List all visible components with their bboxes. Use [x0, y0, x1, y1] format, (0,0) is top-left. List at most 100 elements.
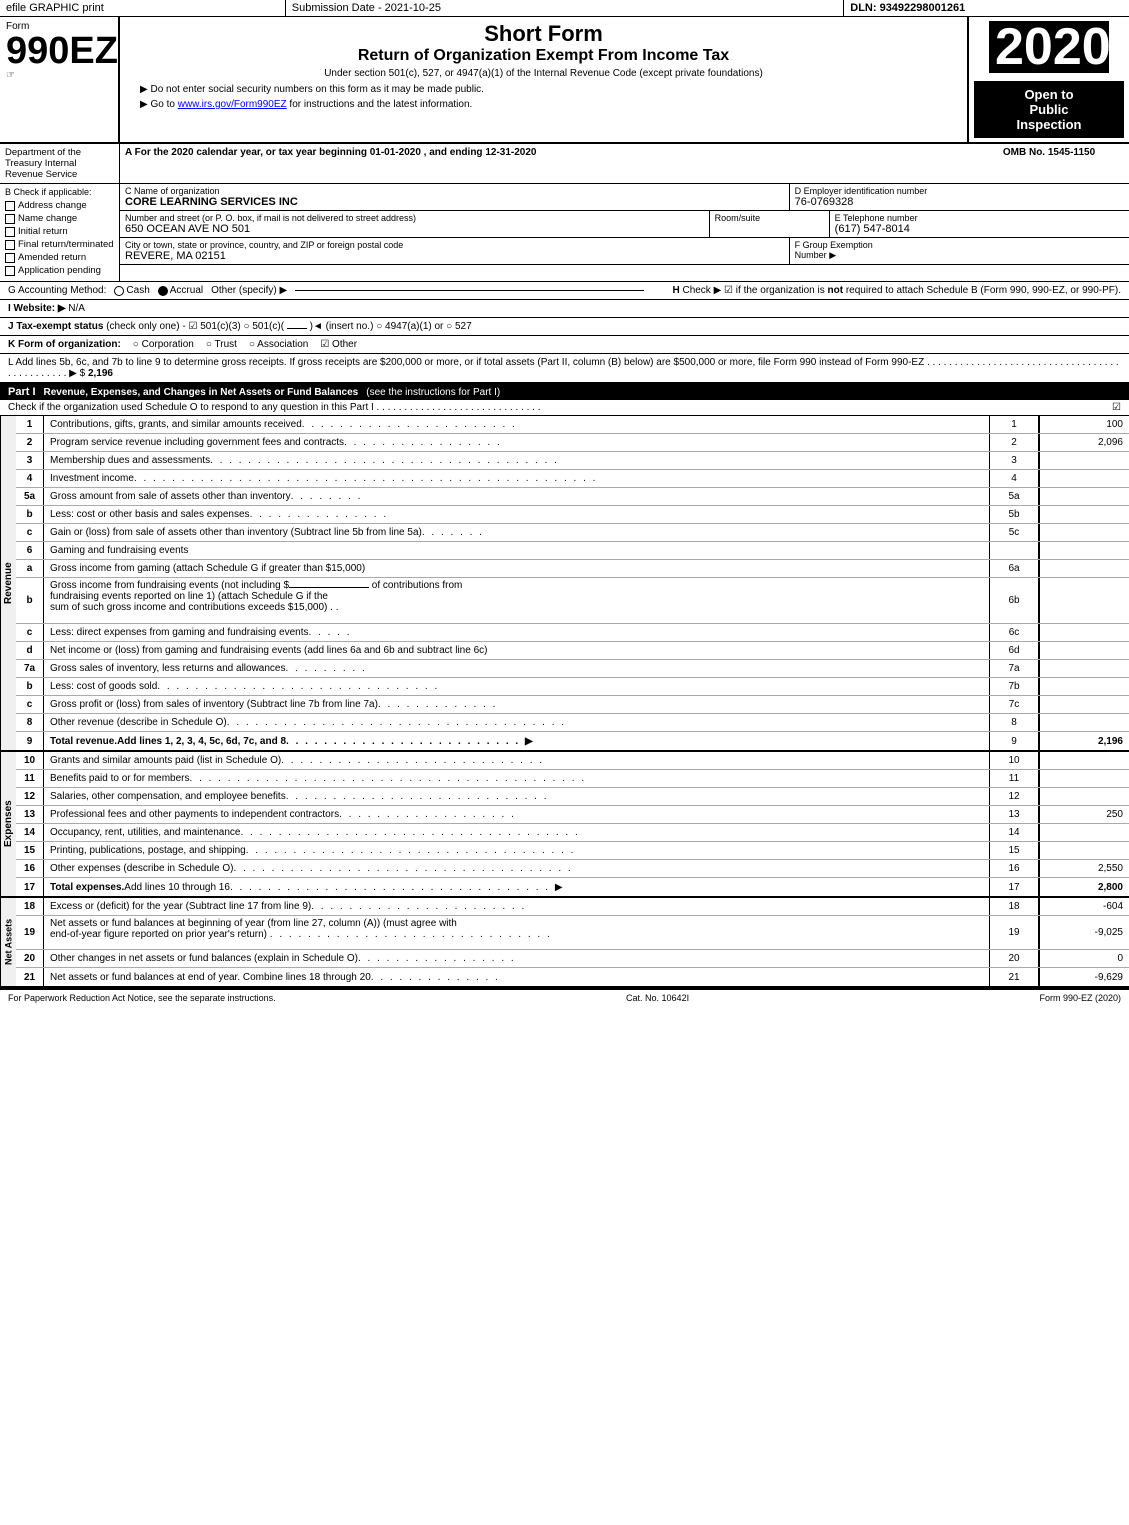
j-label: J Tax-exempt status — [8, 321, 103, 332]
line-19-desc: Net assets or fund balances at beginning… — [44, 916, 989, 949]
line-7a-value — [1039, 660, 1129, 677]
association-option[interactable]: ○ Association — [249, 339, 308, 350]
line-7c-ref: 7c — [989, 696, 1039, 713]
c527-check[interactable]: ○ 527 — [446, 321, 472, 332]
check-amended[interactable]: Amended return — [5, 252, 114, 263]
org-name-field: C Name of organization CORE LEARNING SER… — [120, 184, 790, 210]
expenses-content: 10 Grants and similar amounts paid (list… — [16, 752, 1129, 896]
trust-option[interactable]: ○ Trust — [206, 339, 237, 350]
check-initial-return[interactable]: Initial return — [5, 226, 114, 237]
other-specify-field[interactable] — [295, 290, 644, 291]
insert-suffix: )◄ (insert no.) — [310, 321, 374, 332]
checkbox-application[interactable] — [5, 266, 15, 276]
city-field: City or town, state or province, country… — [120, 238, 790, 264]
check-schedule-value[interactable]: ☑ — [1112, 402, 1121, 413]
checkbox-name-change[interactable] — [5, 214, 15, 224]
part1-see-instructions: (see the instructions for Part I) — [366, 387, 500, 398]
cash-option[interactable]: Cash — [114, 285, 149, 296]
line-9-ref: 9 — [989, 732, 1039, 750]
checkbox-amended[interactable] — [5, 253, 15, 263]
footer-right: Form 990-EZ (2020) — [1039, 993, 1121, 1003]
line-12-desc: Salaries, other compensation, and employ… — [44, 788, 989, 805]
line-4-value — [1039, 470, 1129, 487]
line-7a-desc: Gross sales of inventory, less returns a… — [44, 660, 989, 677]
ein-field: D Employer identification number 76-0769… — [790, 184, 1129, 210]
line-6d-value — [1039, 642, 1129, 659]
line-20-row: 20 Other changes in net assets or fund b… — [16, 950, 1129, 968]
checkbox-final-return[interactable] — [5, 240, 15, 250]
line-6a-ref: 6a — [989, 560, 1039, 577]
line-14-desc: Occupancy, rent, utilities, and maintena… — [44, 824, 989, 841]
under-section-text: Under section 501(c), 527, or 4947(a)(1)… — [130, 68, 957, 79]
revenue-content: 1 Contributions, gifts, grants, and simi… — [16, 416, 1129, 750]
org-name-row: C Name of organization CORE LEARNING SER… — [120, 184, 1129, 211]
line-13-desc: Professional fees and other payments to … — [44, 806, 989, 823]
checks-section: B Check if applicable: Address change Na… — [0, 184, 120, 281]
c4947-check[interactable]: ○ 4947(a)(1) or — [376, 321, 443, 332]
accrual-radio[interactable] — [158, 286, 168, 296]
open-line: Open to — [982, 87, 1116, 102]
check-application[interactable]: Application pending — [5, 265, 114, 276]
line-14-num: 14 — [16, 824, 44, 841]
check-address-change[interactable]: Address change — [5, 200, 114, 211]
go-to: ▶ Go to www.irs.gov/Form990EZ for instru… — [130, 99, 957, 110]
checkbox-initial-return[interactable] — [5, 227, 15, 237]
line-6c-num: c — [16, 624, 44, 641]
irs-link[interactable]: www.irs.gov/Form990EZ — [178, 99, 287, 110]
line-5b-row: b Less: cost or other basis and sales ex… — [16, 506, 1129, 524]
top-bar: efile GRAPHIC print Submission Date - 20… — [0, 0, 1129, 17]
h-check-label: H Check ▶ ☑ if the organization is not r… — [672, 285, 1121, 296]
check-name-change[interactable]: Name change — [5, 213, 114, 224]
form-number-section: Form 990EZ ☞ — [0, 17, 120, 142]
line-8-row: 8 Other revenue (describe in Schedule O)… — [16, 714, 1129, 732]
line-8-desc: Other revenue (describe in Schedule O) .… — [44, 714, 989, 731]
line-11-num: 11 — [16, 770, 44, 787]
footer-middle: Cat. No. 10642I — [626, 993, 689, 1003]
expenses-section: Expenses 10 Grants and similar amounts p… — [0, 752, 1129, 898]
line-5c-ref: 5c — [989, 524, 1039, 541]
accrual-option[interactable]: Accrual — [158, 285, 203, 296]
net-assets-section: Net Assets 18 Excess or (deficit) for th… — [0, 898, 1129, 988]
insert-no-field[interactable] — [287, 328, 307, 329]
line-10-ref: 10 — [989, 752, 1039, 769]
short-form-title: Short Form — [130, 21, 957, 47]
c501c3-check[interactable]: ☑ 501(c)(3) — [188, 321, 240, 332]
net-assets-content: 18 Excess or (deficit) for the year (Sub… — [16, 898, 1129, 986]
line-21-value: -9,629 — [1039, 968, 1129, 986]
do-not-enter: ▶ Do not enter social security numbers o… — [130, 84, 957, 95]
form-number: 990EZ — [6, 32, 112, 70]
top-bar-right: DLN: 93492298001261 — [844, 0, 1129, 16]
line-6-value — [1039, 542, 1129, 559]
line-17-value: 2,800 — [1039, 878, 1129, 896]
line-16-row: 16 Other expenses (describe in Schedule … — [16, 860, 1129, 878]
line-7a-num: 7a — [16, 660, 44, 677]
line-11-ref: 11 — [989, 770, 1039, 787]
line-16-value: 2,550 — [1039, 860, 1129, 877]
line-6a-num: a — [16, 560, 44, 577]
checkbox-address-change[interactable] — [5, 201, 15, 211]
l-value: 2,196 — [88, 368, 113, 379]
other-option[interactable]: ☑ Other — [320, 339, 357, 350]
line-12-row: 12 Salaries, other compensation, and emp… — [16, 788, 1129, 806]
group-exemption-field: F Group ExemptionNumber ▶ — [790, 238, 1129, 264]
line-17-num: 17 — [16, 878, 44, 896]
line-1-ref: 1 — [989, 416, 1039, 433]
line-21-num: 21 — [16, 968, 44, 986]
line-5a-desc: Gross amount from sale of assets other t… — [44, 488, 989, 505]
line-5a-row: 5a Gross amount from sale of assets othe… — [16, 488, 1129, 506]
room-label: Room/suite — [715, 213, 824, 223]
address-row: Number and street (or P. O. box, if mail… — [120, 211, 1129, 238]
title-section: Short Form Return of Organization Exempt… — [120, 17, 969, 142]
c501c-check[interactable]: ○ 501(c)( — [244, 321, 285, 332]
page: efile GRAPHIC print Submission Date - 20… — [0, 0, 1129, 1006]
line-7a-ref: 7a — [989, 660, 1039, 677]
d-ein-label: D Employer identification number — [795, 186, 1124, 196]
check-final-return[interactable]: Final return/terminated — [5, 239, 114, 250]
k-form-row: K Form of organization: ○ Corporation ○ … — [0, 336, 1129, 354]
line-6c-ref: 6c — [989, 624, 1039, 641]
cash-label: Cash — [126, 285, 149, 296]
corporation-option[interactable]: ○ Corporation — [133, 339, 194, 350]
line-21-desc: Net assets or fund balances at end of ye… — [44, 968, 989, 986]
cash-radio[interactable] — [114, 286, 124, 296]
address-field: Number and street (or P. O. box, if mail… — [120, 211, 710, 237]
